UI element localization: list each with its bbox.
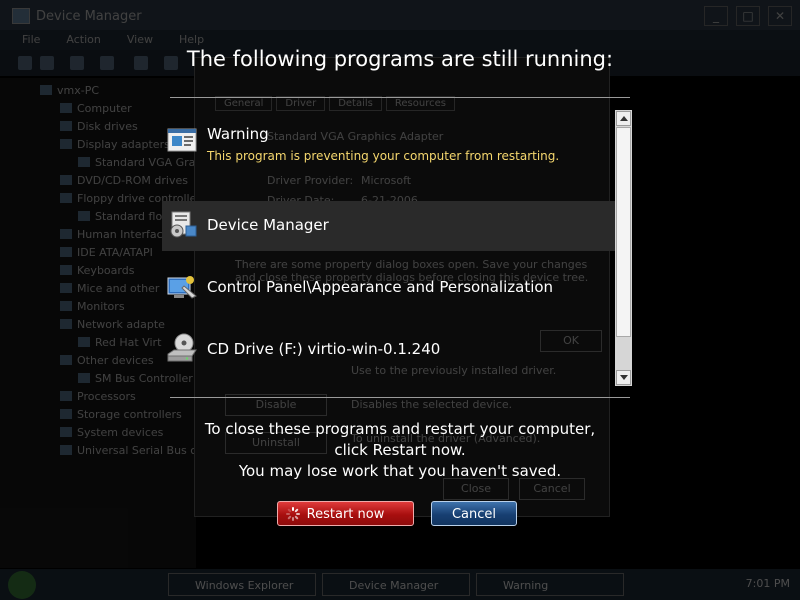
- program-blocking-note: This program is preventing your computer…: [207, 149, 560, 163]
- disable-description: Disables the selected device.: [351, 398, 513, 411]
- tree-node: Monitors: [60, 300, 125, 313]
- tree-node: Display adapters: [60, 138, 170, 151]
- start-orb-icon: [8, 571, 36, 599]
- list-scrollbar[interactable]: [615, 110, 632, 386]
- bottom-divider: [170, 397, 630, 398]
- message-line-3: You may lose work that you haven't saved…: [238, 462, 562, 480]
- tree-node: Keyboards: [60, 264, 134, 277]
- top-divider: [170, 97, 630, 98]
- maximize-icon: □: [736, 6, 760, 26]
- tab-driver: Driver: [276, 96, 326, 111]
- list-item-control-panel[interactable]: Control Panel\Appearance and Personaliza…: [162, 270, 616, 304]
- device-manager-app-icon: [12, 8, 30, 24]
- minimize-icon: _: [704, 6, 728, 26]
- cd-drive-icon: [167, 333, 197, 362]
- message-line-2: click Restart now.: [334, 441, 466, 459]
- restart-message: To close these programs and restart your…: [0, 419, 800, 482]
- cancel-button[interactable]: Cancel: [431, 501, 517, 526]
- taskbar-item: Warning: [476, 573, 624, 596]
- tree-node: Mice and other: [60, 282, 159, 295]
- list-item-warning[interactable]: Warning This program is preventing your …: [162, 124, 616, 184]
- tree-node: Processors: [60, 390, 136, 403]
- tab-details: Details: [329, 96, 382, 111]
- list-item-device-manager[interactable]: Device Manager: [162, 208, 616, 242]
- program-name: Warning: [207, 125, 269, 143]
- device-manager-icon: [170, 211, 197, 238]
- taskbar-item: Device Manager: [322, 573, 470, 596]
- tree-node: Standard flo: [78, 210, 162, 223]
- taskbar-clock: 7:01 PM: [745, 577, 790, 590]
- tree-node: Network adapte: [60, 318, 165, 331]
- tree-node: Red Hat Virt: [78, 336, 161, 349]
- tree-node: vmx-PC: [40, 84, 99, 97]
- device-manager-titlebar: Device Manager _ □ ✕: [0, 0, 800, 30]
- message-line-1: To close these programs and restart your…: [204, 420, 596, 438]
- tree-node: Computer: [60, 102, 132, 115]
- taskbar-item: Windows Explorer: [168, 573, 316, 596]
- running-programs-list: Warning This program is preventing your …: [162, 110, 616, 372]
- restart-now-label: Restart now: [306, 507, 385, 522]
- window-controls: _ □ ✕: [704, 6, 792, 26]
- tree-node: Disk drives: [60, 120, 138, 133]
- scroll-up-arrow-icon[interactable]: [616, 111, 631, 126]
- list-item-cd-drive[interactable]: CD Drive (F:) virtio-win-0.1.240: [162, 332, 616, 366]
- tree-node: Human Interface: [60, 228, 169, 241]
- cancel-label: Cancel: [451, 507, 497, 522]
- taskbar: Windows Explorer Device Manager Warning …: [0, 569, 800, 600]
- tree-node: Other devices: [60, 354, 154, 367]
- tree-node: SM Bus Controller: [78, 372, 193, 385]
- program-name: Device Manager: [207, 216, 329, 234]
- scrollbar-thumb[interactable]: [616, 127, 631, 337]
- close-icon: ✕: [768, 6, 792, 26]
- device-manager-window-title: Device Manager: [36, 9, 142, 24]
- control-panel-icon: [167, 276, 197, 299]
- dialog-heading: The following programs are still running…: [186, 47, 614, 71]
- restart-now-button[interactable]: Restart now: [277, 501, 414, 526]
- properties-tabs: General Driver Details Resources: [215, 96, 455, 111]
- scroll-down-arrow-icon[interactable]: [616, 370, 631, 385]
- warning-window-icon: [167, 128, 197, 152]
- program-name: Control Panel\Appearance and Personaliza…: [207, 278, 554, 296]
- program-name: CD Drive (F:) virtio-win-0.1.240: [207, 340, 441, 358]
- busy-spinner-icon: [286, 507, 300, 521]
- tab-resources: Resources: [385, 96, 455, 111]
- tab-general: General: [215, 96, 273, 111]
- tree-node: IDE ATA/ATAPI: [60, 246, 153, 259]
